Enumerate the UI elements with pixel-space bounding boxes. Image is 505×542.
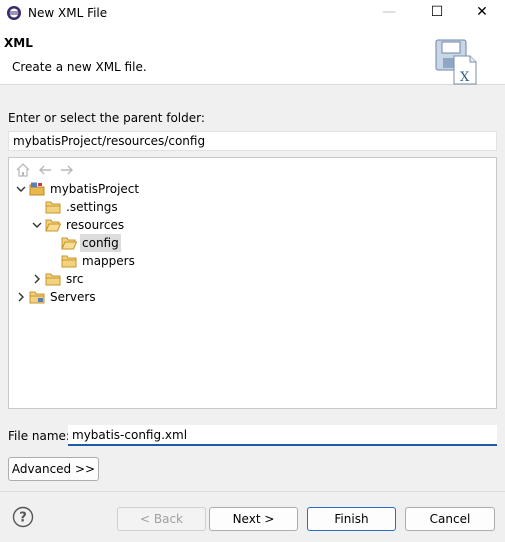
svg-text:?: ? [19, 511, 27, 526]
wizard-banner: XML Create a new XML file. X [0, 26, 505, 85]
wizard-description: Create a new XML file. [12, 60, 147, 74]
next-button[interactable]: Next > [209, 507, 298, 531]
footer-separator [0, 491, 505, 492]
tree-item-label: resources [66, 218, 125, 232]
title-bar: New XML File — ☐ ✕ [0, 0, 505, 26]
wizard-title: XML [4, 36, 33, 50]
close-button[interactable]: ✕ [459, 0, 505, 26]
forward-arrow-icon[interactable] [59, 162, 75, 178]
chevron-right-icon[interactable] [15, 288, 27, 306]
tree-item-settings[interactable]: .settings [9, 198, 489, 216]
xml-file-wizard-icon: X [435, 39, 477, 85]
minimize-button[interactable]: — [366, 0, 412, 26]
parent-folder-label: Enter or select the parent folder: [8, 111, 205, 125]
folder-icon [45, 273, 61, 286]
maximize-button[interactable]: ☐ [414, 0, 460, 26]
parent-folder-input[interactable]: mybatisProject/resources/config [8, 131, 497, 151]
tree-item-label: mappers [82, 254, 135, 268]
back-button[interactable]: < Back [117, 507, 206, 531]
tree-item-mybatisproject[interactable]: mybatisProject [9, 180, 489, 198]
file-name-input[interactable]: mybatis-config.xml [68, 425, 497, 446]
tree-item-label: src [66, 272, 84, 286]
tree-item-resources[interactable]: resources [9, 216, 489, 234]
chevron-right-icon[interactable] [31, 270, 43, 288]
tree-item-mappers[interactable]: mappers [9, 252, 489, 270]
window-title: New XML File [28, 6, 108, 20]
open-folder-icon [61, 237, 77, 250]
folder-icon [29, 291, 45, 304]
advanced-button[interactable]: Advanced >> [8, 457, 99, 481]
folder-tree[interactable]: mybatisProject .settings resources confi… [8, 157, 497, 409]
tree-item-label: config [80, 234, 121, 252]
tree-item-servers[interactable]: Servers [9, 288, 489, 306]
tree-item-src[interactable]: src [9, 270, 489, 288]
back-arrow-icon[interactable] [37, 162, 53, 178]
finish-button[interactable]: Finish [307, 507, 396, 531]
folder-icon [45, 201, 61, 214]
chevron-down-icon[interactable] [31, 216, 43, 234]
tree-item-label: Servers [50, 290, 96, 304]
svg-text:X: X [460, 70, 470, 85]
eclipse-app-icon [7, 6, 21, 20]
home-icon[interactable] [15, 162, 31, 178]
folder-icon [61, 255, 77, 268]
project-icon [29, 182, 45, 196]
file-name-label: File name: [8, 429, 70, 443]
tree-item-config[interactable]: config [9, 234, 489, 252]
tree-item-label: .settings [66, 200, 118, 214]
tree-item-label: mybatisProject [50, 182, 140, 196]
open-folder-icon [45, 219, 61, 232]
chevron-down-icon[interactable] [15, 180, 27, 198]
help-icon[interactable]: ? [12, 506, 34, 528]
cancel-button[interactable]: Cancel [405, 507, 495, 531]
